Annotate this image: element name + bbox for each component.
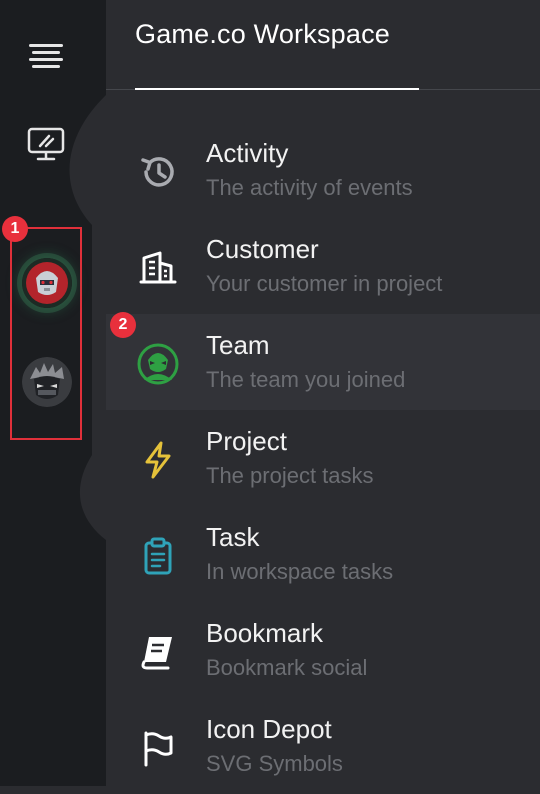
menu-item-label: Project bbox=[206, 426, 287, 456]
menu-item-label: Task bbox=[206, 522, 260, 552]
menu-item-subtitle: The activity of events bbox=[206, 175, 413, 200]
menu-item-team[interactable]: Team The team you joined 2 bbox=[106, 312, 540, 410]
alien-icon bbox=[136, 342, 180, 386]
menu-item-bookmark[interactable]: Bookmark Bookmark social bbox=[106, 602, 540, 698]
monitor-icon[interactable] bbox=[27, 125, 65, 163]
workspace-menu: Activity The activity of events Customer… bbox=[106, 122, 540, 794]
menu-item-subtitle: The project tasks bbox=[206, 463, 374, 488]
clipboard-icon bbox=[136, 534, 180, 578]
annotation-badge-1: 1 bbox=[2, 216, 28, 242]
menu-item-subtitle: Your customer in project bbox=[206, 271, 443, 296]
page-title: Game.co Workspace bbox=[135, 19, 390, 49]
hamburger-icon[interactable] bbox=[27, 37, 65, 75]
menu-item-subtitle: Bookmark social bbox=[206, 655, 368, 680]
menu-item-label: Team bbox=[206, 330, 270, 360]
menu-item-customer[interactable]: Customer Your customer in project bbox=[106, 218, 540, 314]
lightning-icon bbox=[136, 438, 180, 482]
dark-ninja-avatar[interactable] bbox=[22, 357, 72, 407]
menu-item-task[interactable]: Task In workspace tasks bbox=[106, 506, 540, 602]
menu-item-icon-depot[interactable]: Icon Depot SVG Symbols bbox=[106, 698, 540, 794]
title-underline bbox=[135, 88, 419, 90]
menu-item-subtitle: The team you joined bbox=[206, 367, 406, 392]
annotation-badge-2: 2 bbox=[110, 312, 136, 338]
menu-item-label: Icon Depot bbox=[206, 714, 332, 744]
menu-item-project[interactable]: Project The project tasks bbox=[106, 410, 540, 506]
menu-item-label: Customer bbox=[206, 234, 319, 264]
menu-item-label: Bookmark bbox=[206, 618, 324, 648]
flag-icon bbox=[136, 726, 180, 770]
menu-item-label: Activity bbox=[206, 138, 289, 168]
menu-item-subtitle: SVG Symbols bbox=[206, 751, 343, 776]
red-knight-avatar[interactable] bbox=[22, 258, 72, 308]
history-icon bbox=[136, 150, 180, 194]
building-icon bbox=[136, 246, 180, 290]
book-icon bbox=[136, 630, 180, 674]
menu-item-subtitle: In workspace tasks bbox=[206, 559, 394, 584]
menu-item-activity[interactable]: Activity The activity of events bbox=[106, 122, 540, 218]
